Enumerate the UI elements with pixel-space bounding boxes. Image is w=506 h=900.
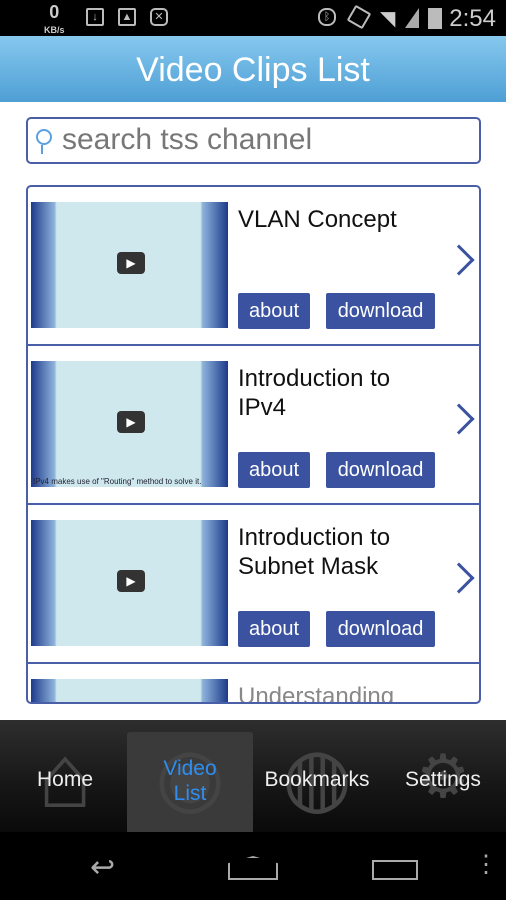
download-button[interactable]: download (326, 611, 435, 647)
play-icon[interactable]: ▶ (117, 252, 145, 274)
network-speed: 0 KB/s (44, 3, 65, 37)
video-thumbnail[interactable]: ▶ IPv4 makes use of "Routing" method to s… (31, 361, 228, 487)
chevron-right-icon[interactable] (443, 562, 475, 594)
tab-bar: ⌂ Home ◉ Video List ◍ Bookmarks ⚙ Settings (0, 720, 506, 832)
search-placeholder: search tss channel (62, 123, 313, 156)
vibrate-icon (346, 4, 372, 30)
video-thumbnail[interactable] (31, 679, 228, 702)
search-icon (36, 129, 52, 154)
search-input[interactable]: search tss channel (26, 117, 481, 164)
bluetooth-icon: ᛒ (318, 8, 336, 26)
speed-value: 0 (49, 2, 60, 22)
video-list[interactable]: ▶ VLAN Concept about download ▶ IPv4 make… (26, 185, 481, 704)
chevron-right-icon[interactable] (443, 244, 475, 276)
list-item[interactable]: ▶ VLAN Concept about download (28, 187, 479, 346)
about-button[interactable]: about (238, 293, 310, 329)
home-icon[interactable] (228, 856, 278, 880)
video-title: Introduction to Subnet Mask (238, 524, 391, 580)
about-button[interactable]: about (238, 611, 310, 647)
play-icon[interactable]: ▶ (117, 411, 145, 433)
list-item[interactable]: ▶ IPv4 makes use of "Routing" method to s… (28, 346, 479, 505)
tab-label: Home (36, 768, 94, 791)
signal-icon (405, 8, 419, 28)
video-thumbnail[interactable]: ▶ (31, 520, 228, 646)
tab-label: Settings (405, 768, 481, 791)
tab-label: Video List (163, 757, 217, 805)
back-icon[interactable]: ↩ (90, 850, 115, 885)
list-item[interactable]: ▶ Introduction to Subnet Mask about down… (28, 505, 479, 664)
page-title: Video Clips List (0, 36, 506, 102)
video-title: Understanding (238, 683, 395, 704)
battery-icon (428, 8, 442, 29)
download-button[interactable]: download (326, 293, 435, 329)
thumbnail-caption: IPv4 makes use of "Routing" method to so… (33, 477, 202, 486)
tab-label: Bookmarks (264, 768, 370, 791)
tab-home[interactable]: ⌂ Home (10, 732, 120, 832)
system-nav-bar: ↩ ⋮ (0, 832, 506, 900)
about-button[interactable]: about (238, 452, 310, 488)
list-item[interactable]: Understanding (28, 664, 479, 704)
chevron-right-icon[interactable] (443, 403, 475, 435)
recent-apps-icon[interactable] (372, 860, 418, 880)
watch-icon: ✕ (150, 8, 168, 26)
menu-icon[interactable]: ⋮ (474, 850, 498, 879)
download-icon: ↓ (86, 8, 104, 26)
status-bar: 0 KB/s ↓ ▲ ✕ ᛒ ◥ 2:54 (0, 0, 506, 36)
video-thumbnail[interactable]: ▶ (31, 202, 228, 328)
tab-settings[interactable]: ⚙ Settings (395, 732, 491, 832)
tab-video-list[interactable]: ◉ Video List (127, 732, 253, 832)
speed-unit: KB/s (44, 25, 65, 35)
clock: 2:54 (449, 5, 496, 32)
video-title: Introduction to IPv4 (238, 365, 391, 421)
play-icon[interactable]: ▶ (117, 570, 145, 592)
download-button[interactable]: download (326, 452, 435, 488)
image-icon: ▲ (118, 8, 136, 26)
tab-bookmarks[interactable]: ◍ Bookmarks (258, 732, 376, 832)
wifi-icon: ◥ (380, 8, 396, 30)
video-title: VLAN Concept (238, 206, 397, 233)
